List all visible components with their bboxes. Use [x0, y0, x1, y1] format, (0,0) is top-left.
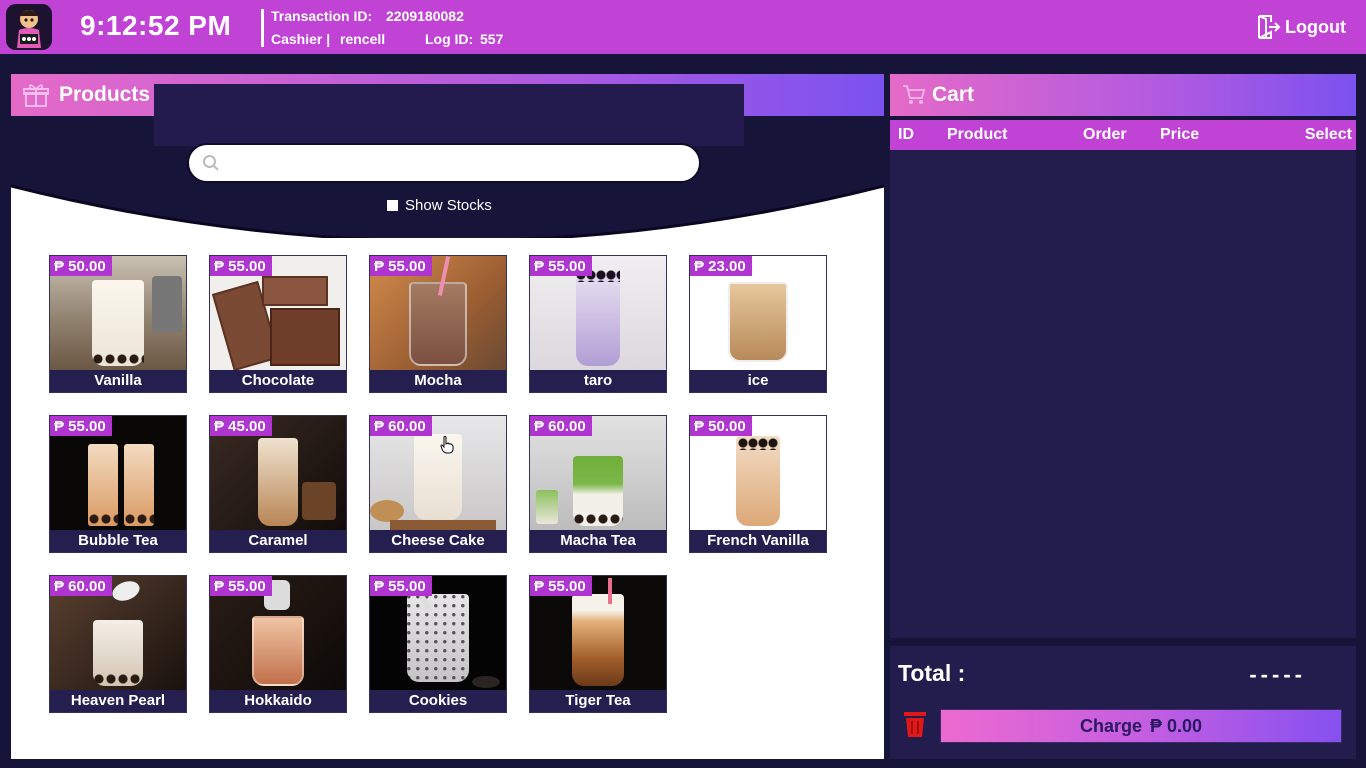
- logout-label: Logout: [1285, 16, 1346, 37]
- log-id-value: 557: [480, 31, 504, 47]
- column-header-price[interactable]: Price: [1160, 126, 1199, 144]
- column-header-id[interactable]: ID: [898, 126, 914, 144]
- search-backdrop: [154, 84, 744, 146]
- hand-cursor-icon: [440, 436, 454, 454]
- cashier-label: Cashier |: [271, 31, 331, 47]
- product-card-taro[interactable]: ₱ 55.00 taro: [529, 255, 667, 393]
- cart-icon: [903, 85, 926, 104]
- clock-time: 9:12:52 PM: [80, 10, 232, 41]
- show-stocks-label: Show Stocks: [405, 197, 492, 214]
- search-icon: [203, 155, 219, 171]
- show-stocks-toggle[interactable]: Show Stocks: [387, 197, 492, 214]
- top-bar: 9:12:52 PM Transaction ID: 2209180082 Ca…: [0, 0, 1366, 54]
- price-badge: ₱ 55.00: [210, 576, 272, 596]
- price-badge: ₱ 55.00: [50, 416, 112, 436]
- product-name: Caramel: [210, 530, 346, 552]
- logout-icon: [1258, 15, 1281, 39]
- charge-amount: ₱ 0.00: [1149, 715, 1203, 736]
- price-badge: ₱ 55.00: [370, 256, 432, 276]
- column-header-product[interactable]: Product: [947, 126, 1007, 144]
- price-badge: ₱ 45.00: [210, 416, 272, 436]
- charge-button[interactable]: Charge ₱ 0.00: [940, 709, 1342, 743]
- product-card-heaven-pearl[interactable]: ₱ 60.00 Heaven Pearl: [49, 575, 187, 713]
- column-header-select[interactable]: Select: [1305, 126, 1352, 144]
- total-value: -----: [1249, 662, 1306, 687]
- product-name: Cheese Cake: [370, 530, 506, 552]
- header-divider: [261, 9, 264, 47]
- product-name: Heaven Pearl: [50, 690, 186, 712]
- product-card-caramel[interactable]: ₱ 45.00 Caramel: [209, 415, 347, 553]
- price-badge: ₱ 50.00: [690, 416, 752, 436]
- cart-title: Cart: [932, 83, 975, 106]
- product-card-mocha[interactable]: ₱ 55.00 Mocha: [369, 255, 507, 393]
- log-id-label: Log ID:: [425, 31, 474, 47]
- price-badge: ₱ 60.00: [530, 416, 592, 436]
- product-card-cheese-cake[interactable]: ₱ 60.00 Cheese Cake: [369, 415, 507, 553]
- product-card-cookies[interactable]: ₱ 55.00 Cookies: [369, 575, 507, 713]
- product-card-french-vanilla[interactable]: ₱ 50.00 French Vanilla: [689, 415, 827, 553]
- product-name: Macha Tea: [530, 530, 666, 552]
- product-card-bubble-tea[interactable]: ₱ 55.00 Bubble Tea: [49, 415, 187, 553]
- product-name: Chocolate: [210, 370, 346, 392]
- transaction-id-value: 2209180082: [386, 8, 464, 24]
- cart-table: ID Product Order Price Select: [890, 120, 1356, 638]
- price-badge: ₱ 55.00: [530, 256, 592, 276]
- product-card-macha-tea[interactable]: ₱ 60.00 Macha Tea: [529, 415, 667, 553]
- price-badge: ₱ 23.00: [690, 256, 752, 276]
- logout-button[interactable]: Logout: [1257, 14, 1346, 40]
- charge-label: Charge: [1079, 715, 1142, 736]
- price-badge: ₱ 60.00: [370, 416, 432, 436]
- product-search-input[interactable]: [187, 143, 701, 183]
- cart-table-header: ID Product Order Price Select: [890, 120, 1356, 150]
- product-name: ice: [690, 370, 826, 392]
- products-gift-icon: [23, 84, 49, 107]
- store-logo: [6, 4, 52, 50]
- total-label: Total :: [898, 660, 966, 686]
- show-stocks-checkbox[interactable]: [387, 200, 398, 211]
- cart-total-panel: Total : ----- Charge ₱ 0.00: [890, 646, 1356, 759]
- product-card-tiger-tea[interactable]: ₱ 55.00 Tiger Tea: [529, 575, 667, 713]
- product-name: taro: [530, 370, 666, 392]
- products-title: Products: [59, 83, 151, 106]
- product-name: Hokkaido: [210, 690, 346, 712]
- product-name: Mocha: [370, 370, 506, 392]
- price-badge: ₱ 55.00: [530, 576, 592, 596]
- product-name: Tiger Tea: [530, 690, 666, 712]
- product-name: Cookies: [370, 690, 506, 712]
- cashier-name: rencell: [340, 31, 386, 47]
- product-card-vanilla[interactable]: ₱ 50.00 Vanilla: [49, 255, 187, 393]
- product-name: French Vanilla: [690, 530, 826, 552]
- transaction-id-label: Transaction ID:: [271, 8, 373, 24]
- price-badge: ₱ 60.00: [50, 576, 112, 596]
- column-header-order[interactable]: Order: [1083, 126, 1127, 144]
- trash-icon[interactable]: [903, 710, 927, 738]
- cart-header: Cart: [890, 74, 1356, 116]
- products-panel: Products Show Stocks ₱ 50.00 Vanilla ₱ 5…: [11, 74, 884, 759]
- product-name: Bubble Tea: [50, 530, 186, 552]
- price-badge: ₱ 55.00: [210, 256, 272, 276]
- product-card-ice[interactable]: ₱ 23.00 ice: [689, 255, 827, 393]
- product-name: Vanilla: [50, 370, 186, 392]
- product-card-hokkaido[interactable]: ₱ 55.00 Hokkaido: [209, 575, 347, 713]
- price-badge: ₱ 55.00: [370, 576, 432, 596]
- price-badge: ₱ 50.00: [50, 256, 112, 276]
- product-card-chocolate[interactable]: ₱ 55.00 Chocolate: [209, 255, 347, 393]
